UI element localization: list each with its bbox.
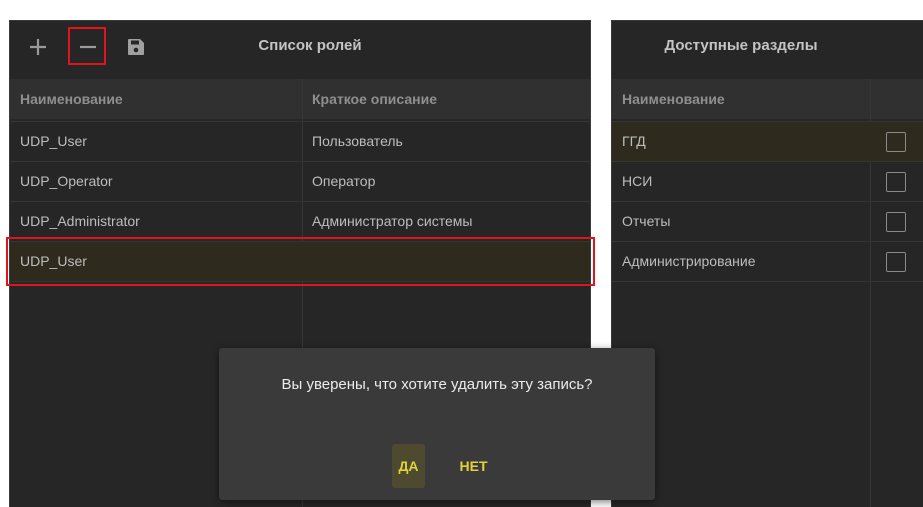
table-row-divider bbox=[612, 281, 923, 282]
table-row-selected[interactable]: UDP_User bbox=[10, 241, 590, 281]
delete-role-button[interactable] bbox=[72, 33, 104, 61]
section-name-cell: Администрирование bbox=[622, 253, 756, 269]
add-role-button[interactable] bbox=[22, 33, 54, 61]
section-access-checkbox[interactable] bbox=[886, 212, 906, 232]
role-name-cell: UDP_Administrator bbox=[20, 213, 140, 229]
save-icon bbox=[128, 39, 144, 55]
column-header-name[interactable]: Наименование bbox=[612, 79, 870, 119]
role-description-cell: Администратор системы bbox=[312, 213, 473, 229]
table-row-divider bbox=[10, 281, 590, 282]
table-row[interactable]: НСИ bbox=[612, 161, 923, 201]
section-access-checkbox[interactable] bbox=[886, 252, 906, 272]
table-row[interactable]: Администрирование bbox=[612, 241, 923, 281]
role-description-cell: Оператор bbox=[312, 173, 376, 189]
table-row-selected[interactable]: ГГД bbox=[612, 121, 923, 161]
sections-panel: Доступные разделы Наименование ГГД НСИ О… bbox=[611, 20, 923, 507]
table-row[interactable]: UDP_Operator Оператор bbox=[10, 161, 590, 201]
role-description-cell bbox=[302, 242, 312, 282]
column-header-name[interactable]: Наименование bbox=[10, 79, 302, 119]
role-name-cell: UDP_User bbox=[20, 133, 87, 149]
roles-toolbar: Список ролей bbox=[10, 21, 590, 71]
section-name-cell: НСИ bbox=[622, 173, 653, 189]
table-row[interactable]: UDP_User Пользователь bbox=[10, 121, 590, 161]
section-name-cell: Отчеты bbox=[622, 213, 671, 229]
role-name-cell: UDP_Operator bbox=[20, 173, 113, 189]
section-name-cell: ГГД bbox=[622, 133, 646, 149]
confirm-yes-button[interactable]: ДА bbox=[392, 444, 425, 488]
table-row[interactable]: Отчеты bbox=[612, 201, 923, 241]
section-access-checkbox[interactable] bbox=[886, 172, 906, 192]
sections-panel-title: Доступные разделы bbox=[664, 37, 818, 54]
save-button[interactable] bbox=[120, 33, 152, 61]
dialog-message: Вы уверены, что хотите удалить эту запис… bbox=[281, 376, 593, 393]
plus-icon bbox=[30, 39, 46, 55]
confirm-no-button[interactable]: НЕТ bbox=[451, 444, 496, 488]
column-header-access bbox=[870, 79, 923, 119]
roles-table-header: Наименование Краткое описание bbox=[10, 79, 590, 119]
confirm-delete-dialog: Вы уверены, что хотите удалить эту запис… bbox=[219, 348, 655, 500]
role-description-cell: Пользователь bbox=[312, 133, 403, 149]
table-row[interactable]: UDP_Administrator Администратор системы bbox=[10, 201, 590, 241]
role-name-cell: UDP_User bbox=[20, 253, 87, 269]
roles-panel-title: Список ролей bbox=[258, 37, 362, 54]
section-access-checkbox[interactable] bbox=[886, 132, 906, 152]
minus-icon bbox=[80, 45, 96, 49]
sections-table-header: Наименование bbox=[612, 79, 923, 119]
column-header-description[interactable]: Краткое описание bbox=[302, 79, 592, 119]
